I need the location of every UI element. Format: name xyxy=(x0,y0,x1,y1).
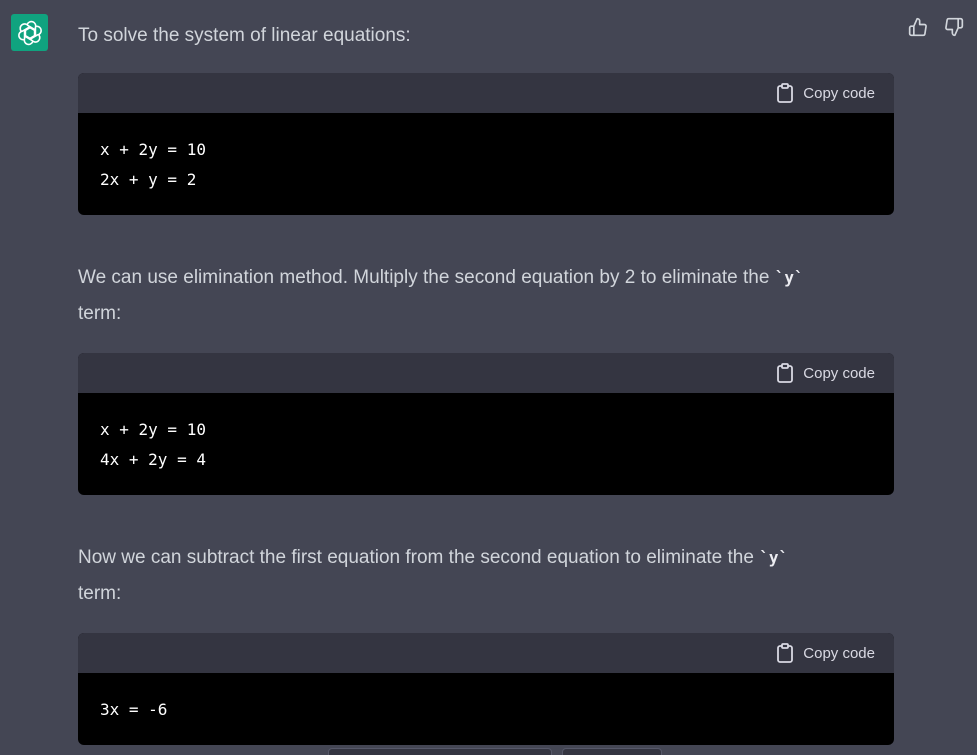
copy-code-label: Copy code xyxy=(803,644,875,662)
assistant-avatar xyxy=(11,14,48,51)
openai-logo-icon xyxy=(17,20,42,45)
code-block: Copy code x + 2y = 10 2x + y = 2 xyxy=(78,73,894,215)
clipboard-icon xyxy=(777,363,794,383)
copy-code-label: Copy code xyxy=(803,84,875,102)
code-content: x + 2y = 10 2x + y = 2 xyxy=(100,140,206,189)
paragraph-text: We can use elimination method. Multiply … xyxy=(78,267,775,288)
thumbs-up-button[interactable] xyxy=(907,16,929,38)
code-content: x + 2y = 10 4x + 2y = 4 xyxy=(100,420,206,469)
inline-code: `y` xyxy=(774,268,804,287)
assistant-message: To solve the system of linear equations:… xyxy=(78,18,894,745)
thumbs-up-icon xyxy=(908,17,927,37)
copy-code-button[interactable]: Copy code xyxy=(776,643,875,663)
feedback-buttons xyxy=(907,16,965,38)
regenerate-button[interactable] xyxy=(328,748,552,755)
copy-code-label: Copy code xyxy=(803,364,875,382)
chat-page: To solve the system of linear equations:… xyxy=(0,0,977,755)
paragraph-text: Now we can subtract the first equation f… xyxy=(78,547,760,568)
message-paragraph: Now we can subtract the first equation f… xyxy=(78,540,894,612)
code-block-header: Copy code xyxy=(78,633,894,673)
message-paragraph: We can use elimination method. Multiply … xyxy=(78,260,894,332)
clipboard-icon xyxy=(777,83,794,103)
paragraph-text-end: term: xyxy=(78,303,122,324)
code-block-header: Copy code xyxy=(78,73,894,113)
code-block: Copy code x + 2y = 10 4x + 2y = 4 xyxy=(78,353,894,495)
message-intro: To solve the system of linear equations: xyxy=(78,25,411,46)
copy-code-button[interactable]: Copy code xyxy=(776,83,875,103)
copy-code-button[interactable]: Copy code xyxy=(776,363,875,383)
code-content: 3x = -6 xyxy=(100,700,168,719)
clipboard-icon xyxy=(777,643,794,663)
paragraph-text-end: term: xyxy=(78,583,122,604)
thumbs-down-icon xyxy=(945,17,964,37)
thumbs-down-button[interactable] xyxy=(943,16,965,38)
code-block: Copy code 3x = -6 xyxy=(78,633,894,745)
secondary-button[interactable] xyxy=(562,748,662,755)
inline-code: `y` xyxy=(759,548,789,567)
code-block-header: Copy code xyxy=(78,353,894,393)
